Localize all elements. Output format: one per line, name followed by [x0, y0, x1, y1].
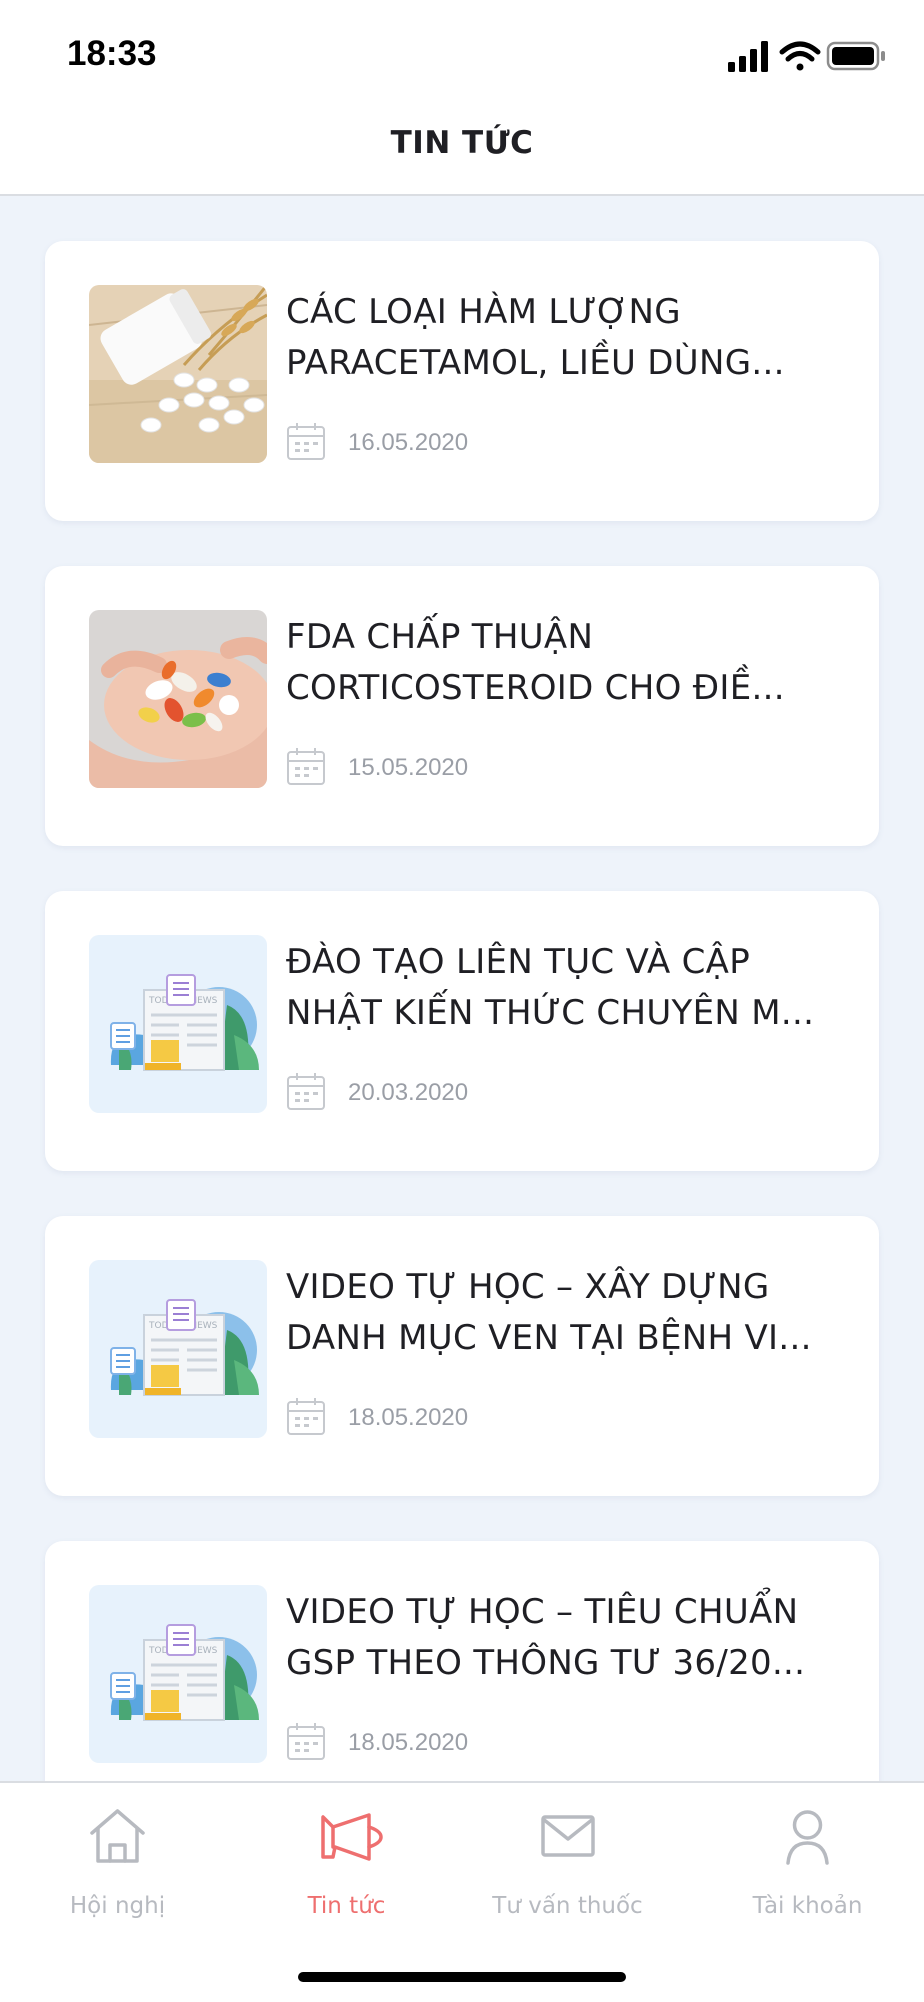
news-date-text: 20.03.2020: [348, 1079, 469, 1106]
page-title: TIN TỨC: [390, 125, 534, 161]
news-thumbnail: [89, 285, 267, 463]
news-title-line: ĐÀO TẠO LIÊN TỤC VÀ CẬP: [286, 942, 751, 982]
status-time: 18:33: [67, 34, 157, 73]
signal-icon: [728, 41, 768, 72]
envelope-icon: [541, 1815, 595, 1857]
news-title-line: DANH MỤC VEN TẠI BỆNH VI...: [286, 1318, 812, 1358]
tab-label: Hội nghị: [69, 1893, 166, 1919]
news-card[interactable]: TODAY'S NEWS VIDEO TỰ HỌC – TIÊU CHUẨN: [45, 1541, 879, 1781]
news-thumbnail: [89, 610, 267, 788]
hand-with-pills-photo: [89, 610, 267, 788]
tab-label: Tài khoản: [752, 1893, 863, 1919]
tab-tai-khoan[interactable]: Tài khoản: [692, 1783, 923, 1933]
news-title: VIDEO TỰ HỌC – TIÊU CHUẨN GSP THEO THÔNG…: [286, 1587, 846, 1689]
news-title: CÁC LOẠI HÀM LƯỢNG PARACETAMOL, LIỀU DÙN…: [286, 287, 846, 389]
status-icons: [728, 41, 885, 72]
bottom-tab-bar: Hội nghị Tin tức Tư vấn thuốc Tài khoản: [0, 1781, 924, 2002]
tab-label: Tư vấn thuốc: [492, 1893, 643, 1919]
news-list[interactable]: CÁC LOẠI HÀM LƯỢNG PARACETAMOL, LIỀU DÙN…: [0, 196, 924, 1781]
wifi-icon: [779, 41, 821, 71]
newspaper-illustration: TODAY'S NEWS: [89, 1260, 267, 1438]
newspaper-illustration: TODAY'S NEWS: [89, 935, 267, 1113]
user-icon: [786, 1810, 829, 1865]
news-title-line: PARACETAMOL, LIỀU DÙNG...: [286, 343, 785, 383]
calendar-icon: [287, 1073, 325, 1110]
calendar-icon: [287, 748, 325, 785]
news-thumbnail: TODAY'S NEWS: [89, 1260, 267, 1438]
news-title-line: GSP THEO THÔNG TƯ 36/20...: [286, 1643, 806, 1683]
news-date-text: 15.05.2020: [348, 754, 469, 781]
calendar-icon: [287, 423, 325, 460]
news-date-text: 18.05.2020: [348, 1729, 469, 1756]
news-card[interactable]: TODAY'S NEWS ĐÀO TẠO LIÊN TỤC VÀ CẬP: [45, 891, 879, 1171]
calendar-icon: [287, 1723, 325, 1760]
news-title: ĐÀO TẠO LIÊN TỤC VÀ CẬP NHẬT KIẾN THỨC C…: [286, 937, 846, 1039]
calendar-icon: [287, 1398, 325, 1435]
navigation-header: TIN TỨC: [0, 100, 924, 196]
status-bar: 18:33: [0, 0, 924, 100]
news-title-line: CÁC LOẠI HÀM LƯỢNG: [286, 292, 681, 332]
newspaper-illustration: TODAY'S NEWS: [89, 1585, 267, 1763]
news-card[interactable]: FDA CHẤP THUẬN CORTICOSTEROID CHO ĐIỀ...…: [45, 566, 879, 846]
news-card[interactable]: CÁC LOẠI HÀM LƯỢNG PARACETAMOL, LIỀU DÙN…: [45, 241, 879, 521]
home-indicator[interactable]: [298, 1972, 626, 1982]
news-title-line: VIDEO TỰ HỌC – TIÊU CHUẨN: [286, 1592, 799, 1632]
news-date-text: 16.05.2020: [348, 429, 469, 456]
news-thumbnail: TODAY'S NEWS: [89, 1585, 267, 1763]
battery-icon: [826, 41, 885, 71]
news-card[interactable]: TODAY'S NEWS VIDEO TỰ HỌC – XÂY DỰNG: [45, 1216, 879, 1496]
megaphone-icon: [321, 1813, 383, 1861]
news-title-line: NHẬT KIẾN THỨC CHUYÊN M...: [286, 993, 815, 1033]
tab-tin-tuc[interactable]: Tin tức: [231, 1783, 462, 1933]
tab-label: Tin tức: [307, 1893, 386, 1919]
news-title-line: CORTICOSTEROID CHO ĐIỀ...: [286, 668, 785, 708]
paracetamol-pills-photo: [89, 285, 267, 463]
news-title-line: FDA CHẤP THUẬN: [286, 617, 594, 657]
home-icon: [90, 1809, 145, 1863]
news-title: FDA CHẤP THUẬN CORTICOSTEROID CHO ĐIỀ...: [286, 612, 846, 714]
news-title-line: VIDEO TỰ HỌC – XÂY DỰNG: [286, 1267, 770, 1307]
news-title: VIDEO TỰ HỌC – XÂY DỰNG DANH MỤC VEN TẠI…: [286, 1262, 846, 1364]
tab-hoi-nghi[interactable]: Hội nghị: [2, 1783, 233, 1933]
tab-tu-van-thuoc[interactable]: Tư vấn thuốc: [452, 1783, 683, 1933]
news-date-text: 18.05.2020: [348, 1404, 469, 1431]
news-thumbnail: TODAY'S NEWS: [89, 935, 267, 1113]
